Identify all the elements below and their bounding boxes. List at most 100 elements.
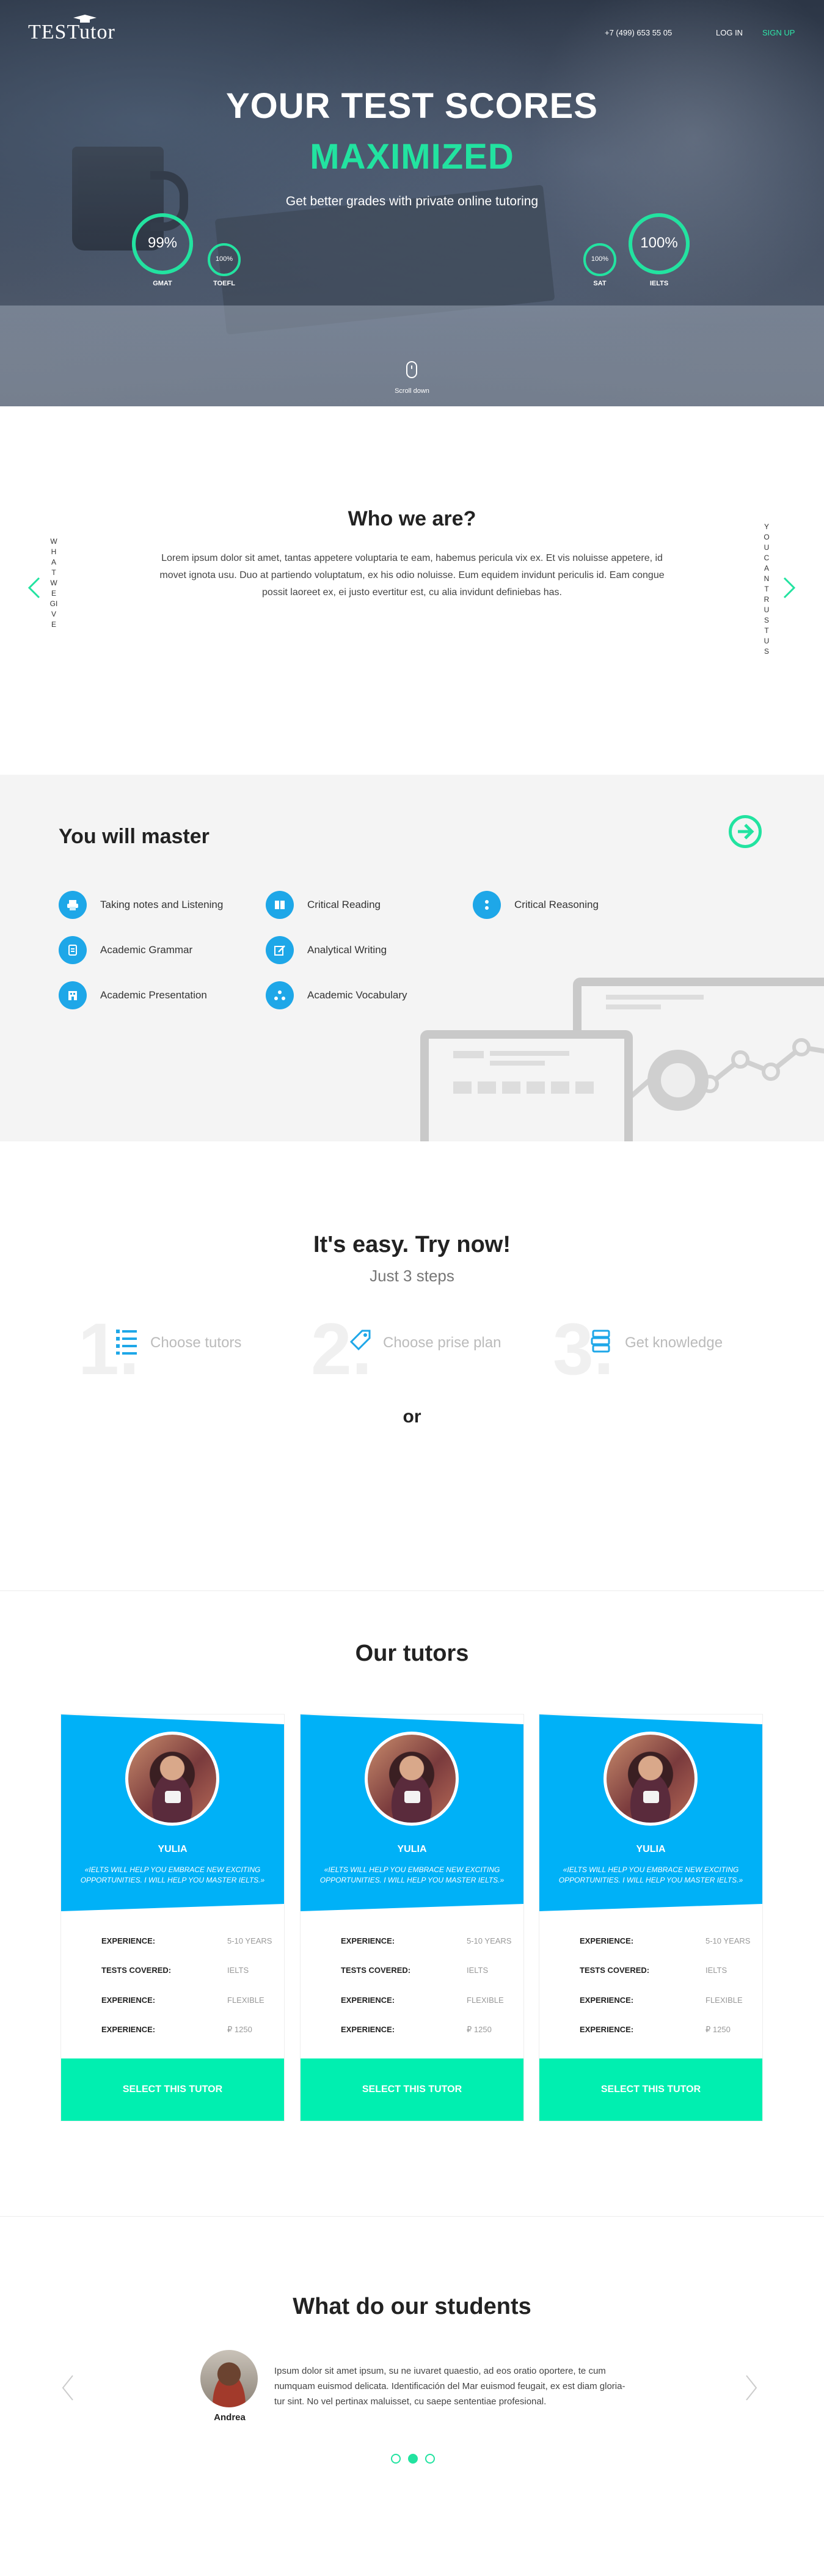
master-title: You will master xyxy=(59,825,210,848)
detail-value: IELTS xyxy=(467,1966,489,1975)
chevron-left-icon[interactable] xyxy=(26,576,43,600)
select-tutor-button[interactable]: SELECT THIS TUTOR xyxy=(539,2058,762,2121)
detail-value: ₽ 1250 xyxy=(706,2025,731,2034)
skill-label: Analytical Writing xyxy=(307,944,387,956)
carousel-dot[interactable] xyxy=(391,2454,401,2464)
side-label-right: YOU CAN TRUST US xyxy=(764,522,770,656)
detail-key: EXPERIENCE: xyxy=(580,1936,634,1945)
tutor-name: YULIA xyxy=(636,1844,666,1854)
phone-number[interactable]: +7 (499) 653 55 05 xyxy=(605,28,672,37)
mouse-icon[interactable] xyxy=(406,361,417,378)
skill-label: Critical Reasoning xyxy=(514,899,599,910)
gauge-percent: 100% xyxy=(591,255,609,263)
detail-value: ₽ 1250 xyxy=(227,2025,252,2034)
chevron-right-icon[interactable] xyxy=(781,576,798,600)
detail-key: EXPERIENCE: xyxy=(341,1936,395,1945)
gauge-sat: 100% SAT xyxy=(582,242,618,287)
gauge-gmat: 99% GMAT xyxy=(130,211,195,287)
gauge-label: IELTS xyxy=(649,280,669,287)
who-title: Who we are? xyxy=(348,507,476,530)
detail-key: EXPERIENCE: xyxy=(341,2025,395,2034)
gauge-percent: 100% xyxy=(215,255,233,263)
tutors-title: Our tutors xyxy=(355,1641,469,1666)
tutor-quote: «IELTS WILL HELP YOU EMBRACE NEW EXCITIN… xyxy=(558,1865,743,1884)
student-testimonial: Ipsum dolor sit amet ipsum, su ne iuvare… xyxy=(274,2366,625,2407)
detail-value: ₽ 1250 xyxy=(467,2025,492,2034)
gauge-toefl: 100% TOEFL xyxy=(206,242,242,287)
detail-value: 5-10 YEARS xyxy=(227,1936,272,1945)
detail-value: 5-10 YEARS xyxy=(467,1936,512,1945)
tutor-name: YULIA xyxy=(397,1844,427,1854)
hero-section: TESTutor +7 (499) 653 55 05 LOG IN SIGN … xyxy=(0,0,824,406)
select-tutor-button[interactable]: SELECT THIS TUTOR xyxy=(61,2058,284,2121)
who-text: Lorem ipsum dolor sit amet, tantas appet… xyxy=(159,553,665,598)
list-icon xyxy=(116,1330,137,1355)
tutor-card: YULIA «IELTS WILL HELP YOU EMBRACE NEW E… xyxy=(61,1714,284,2121)
tutor-name: YULIA xyxy=(158,1844,188,1854)
detail-value: IELTS xyxy=(227,1966,249,1975)
or-label: or xyxy=(403,1407,421,1427)
tutor-avatar xyxy=(365,1732,459,1826)
printer-icon xyxy=(59,891,87,919)
divider xyxy=(0,1590,824,1591)
books-icon xyxy=(591,1330,610,1353)
detail-value: 5-10 YEARS xyxy=(706,1936,751,1945)
monitor-illustration xyxy=(420,1030,633,1141)
side-label-left: WHAT WE GIVE xyxy=(49,537,58,629)
divider xyxy=(0,2216,824,2217)
detail-key: EXPERIENCE: xyxy=(101,1936,156,1945)
detail-key: TESTS COVERED: xyxy=(341,1966,411,1975)
hero-subtitle: Get better grades with private online tu… xyxy=(285,194,539,208)
magnifier-illustration xyxy=(647,1050,709,1111)
detail-key: EXPERIENCE: xyxy=(341,1996,395,2005)
step-label: Choose tutors xyxy=(150,1334,242,1351)
chevron-right-icon[interactable] xyxy=(744,2374,759,2401)
skill-label: Academic Presentation xyxy=(100,989,207,1001)
logo[interactable]: TESTutor xyxy=(28,21,115,44)
detail-value: FLEXIBLE xyxy=(227,1996,264,2005)
skill-label: Taking notes and Listening xyxy=(100,899,224,910)
skill-label: Academic Vocabulary xyxy=(307,989,407,1001)
detail-key: TESTS COVERED: xyxy=(101,1966,172,1975)
signup-link[interactable]: SIGN UP xyxy=(762,28,795,37)
skill-label: Academic Grammar xyxy=(100,944,193,956)
detail-value: FLEXIBLE xyxy=(467,1996,504,2005)
detail-value: IELTS xyxy=(706,1966,727,1975)
tutor-card: YULIA «IELTS WILL HELP YOU EMBRACE NEW E… xyxy=(539,1714,762,2121)
detail-key: EXPERIENCE: xyxy=(101,1996,156,2005)
tutor-quote: «IELTS WILL HELP YOU EMBRACE NEW EXCITIN… xyxy=(319,1865,505,1884)
tutor-avatar xyxy=(125,1732,219,1826)
carousel-dot[interactable] xyxy=(408,2454,418,2464)
clipboard-icon xyxy=(59,936,87,964)
step-label: Choose prise plan xyxy=(383,1334,501,1351)
student-name: Andrea xyxy=(214,2412,246,2423)
login-link[interactable]: LOG IN xyxy=(716,28,743,37)
master-section: You will master Taking notes and Listeni… xyxy=(0,775,824,1141)
steps-subtitle: Just 3 steps xyxy=(370,1267,454,1285)
hero-title-accent: MAXIMIZED xyxy=(310,137,514,177)
detail-value: FLEXIBLE xyxy=(706,1996,743,2005)
gauge-ielts: 100% IELTS xyxy=(627,211,691,287)
chevron-left-icon[interactable] xyxy=(60,2374,75,2401)
detail-key: TESTS COVERED: xyxy=(580,1966,650,1975)
detail-key: EXPERIENCE: xyxy=(580,2025,634,2034)
gauge-label: TOEFL xyxy=(213,280,235,287)
arrow-right-circle-icon[interactable] xyxy=(729,815,762,848)
molecule-icon xyxy=(266,981,294,1009)
price-tag-icon xyxy=(349,1330,371,1351)
book-icon xyxy=(266,891,294,919)
carousel-dot[interactable] xyxy=(425,2454,435,2464)
step-label: Get knowledge xyxy=(625,1334,723,1351)
gauge-percent: 99% xyxy=(147,235,178,251)
tutor-avatar xyxy=(603,1732,698,1826)
select-tutor-button[interactable]: SELECT THIS TUTOR xyxy=(301,2058,523,2121)
scroll-down-label[interactable]: Scroll down xyxy=(0,387,824,395)
student-avatar xyxy=(200,2350,258,2407)
tutor-card: YULIA «IELTS WILL HELP YOU EMBRACE NEW E… xyxy=(301,1714,523,2121)
pencil-icon xyxy=(266,936,294,964)
hero-title: YOUR TEST SCORES xyxy=(226,86,598,126)
gauge-percent: 100% xyxy=(640,235,678,251)
dots-icon xyxy=(473,891,501,919)
detail-key: EXPERIENCE: xyxy=(580,1996,634,2005)
skill-label: Critical Reading xyxy=(307,899,381,910)
